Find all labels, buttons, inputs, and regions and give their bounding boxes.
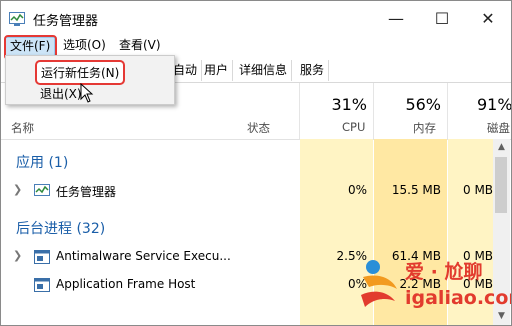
memory-percent: 56% <box>405 95 441 114</box>
task-manager-icon <box>34 184 50 196</box>
column-cpu[interactable]: CPU <box>342 120 365 134</box>
disk-percent: 91% <box>477 95 512 114</box>
task-manager-window: 任务管理器 — ☐ ✕ 文件(F) 选项(O) 查看(V) 自动 用户 详细信息… <box>0 0 512 326</box>
expand-chevron-icon[interactable]: ❯ <box>13 183 22 196</box>
menu-run-new-task[interactable]: 运行新任务(N) <box>35 60 126 85</box>
scrollbar-thumb[interactable] <box>495 157 507 213</box>
tab-details[interactable]: 详细信息 <box>235 60 293 81</box>
site-watermark: 爱 · 尬聊 igaliao.com <box>357 253 511 321</box>
process-memory: 15.5 MB <box>391 183 441 197</box>
process-name: 任务管理器 <box>56 185 117 199</box>
group-apps: 应用 (1) <box>16 155 69 171</box>
mouse-cursor-icon <box>80 83 94 103</box>
column-divider <box>299 83 300 139</box>
process-cpu: 0% <box>347 183 367 197</box>
column-name[interactable]: 名称 <box>11 120 34 136</box>
tab-users[interactable]: 用户 <box>200 60 234 81</box>
scroll-up-icon[interactable]: ▲ <box>498 142 505 152</box>
service-window-icon <box>34 278 50 292</box>
watermark-title: 爱 · 尬聊 <box>405 261 483 283</box>
menu-exit[interactable]: 退出(X) <box>40 85 82 102</box>
watermark-url: igaliao.com <box>405 287 511 309</box>
title-bar[interactable]: 任务管理器 — ☐ ✕ <box>1 1 511 35</box>
menu-bar: 文件(F) 选项(O) 查看(V) <box>1 35 511 56</box>
group-background: 后台进程 (32) <box>16 221 106 237</box>
maximize-button[interactable]: ☐ <box>419 1 465 35</box>
menu-view[interactable]: 查看(V) <box>115 37 165 54</box>
close-button[interactable]: ✕ <box>465 1 511 35</box>
process-name: Application Frame Host <box>56 277 196 291</box>
cpu-percent: 31% <box>331 95 367 114</box>
process-name: Antimalware Service Execu... <box>56 249 231 263</box>
expand-chevron-icon[interactable]: ❯ <box>13 249 22 262</box>
menu-options[interactable]: 选项(O) <box>59 37 110 54</box>
column-memory[interactable]: 内存 <box>413 120 436 136</box>
task-manager-icon <box>9 12 25 26</box>
process-row[interactable]: ❯ 任务管理器 0% 15.5 MB 0 MB <box>1 178 493 204</box>
column-status[interactable]: 状态 <box>247 120 270 136</box>
column-divider <box>447 83 448 139</box>
service-window-icon <box>34 250 50 264</box>
watermark-logo-icon <box>361 260 397 307</box>
tab-services[interactable]: 服务 <box>296 60 330 81</box>
column-disk[interactable]: 磁盘 <box>487 120 510 136</box>
minimize-button[interactable]: — <box>373 1 419 35</box>
window-title: 任务管理器 <box>33 14 99 29</box>
column-divider <box>373 83 374 139</box>
